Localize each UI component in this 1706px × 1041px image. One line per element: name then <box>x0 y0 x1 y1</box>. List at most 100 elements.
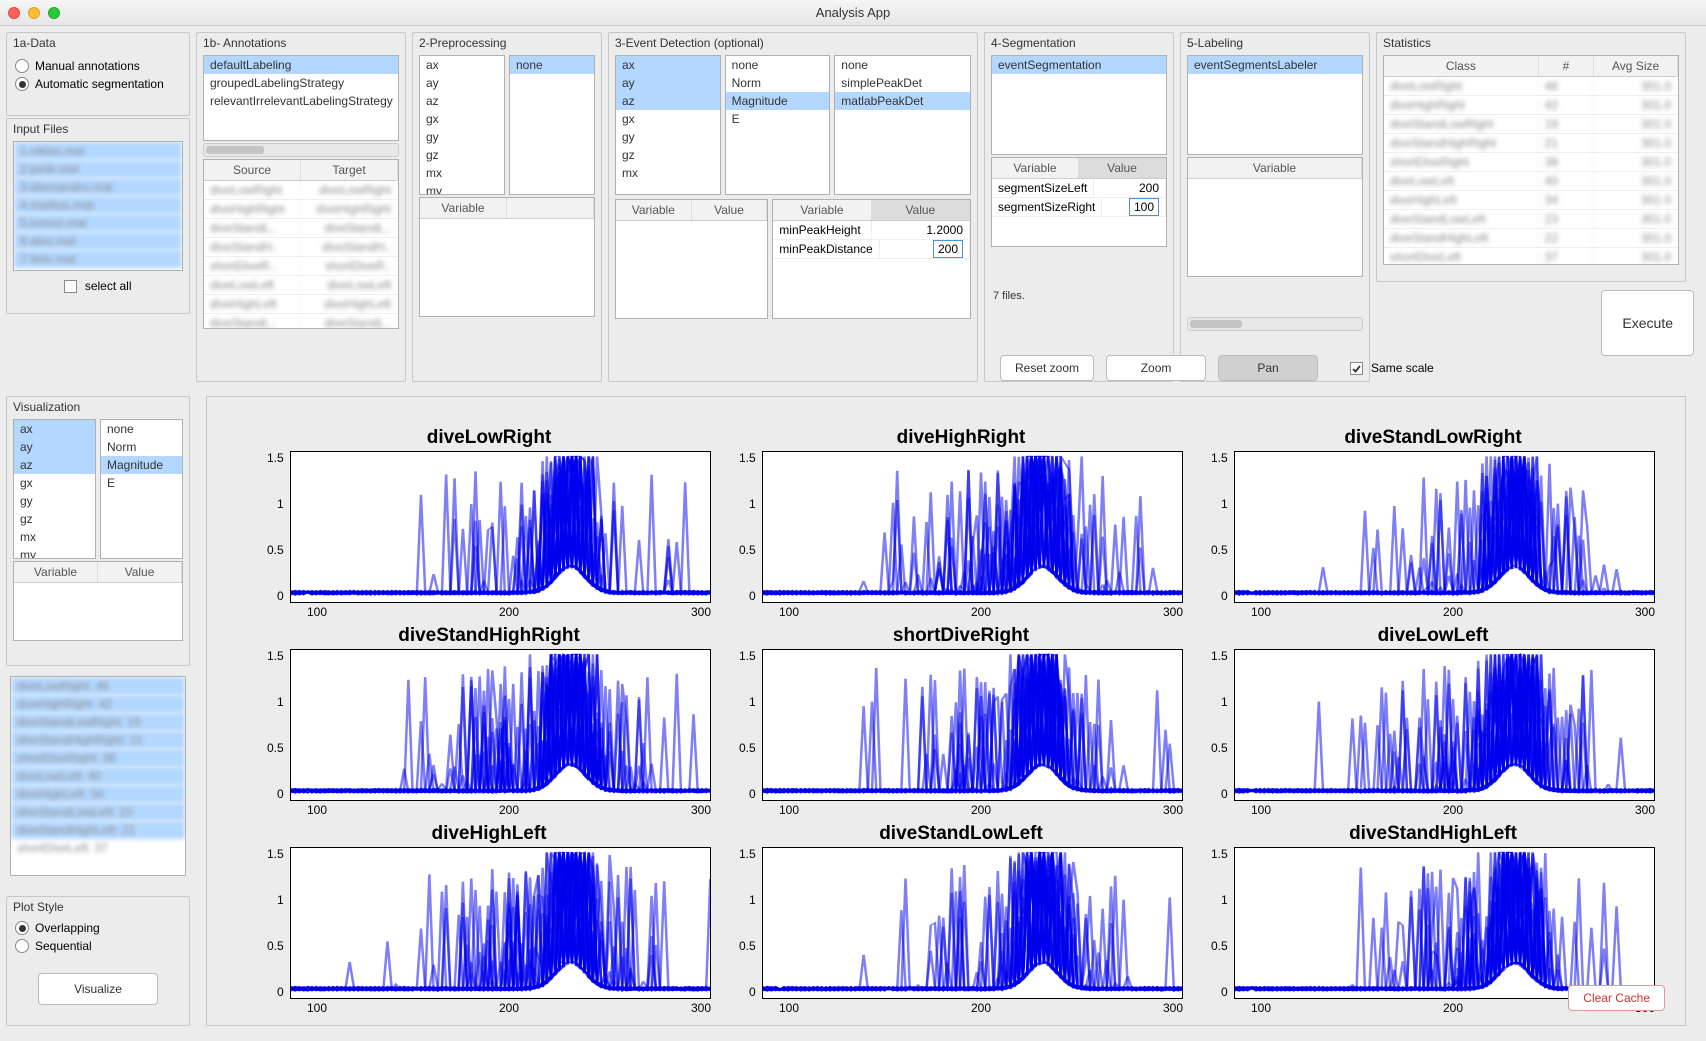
list-item[interactable]: none <box>510 56 594 74</box>
radio-manual[interactable]: Manual annotations <box>15 57 181 75</box>
reset-zoom-button[interactable]: Reset zoom <box>1000 355 1094 381</box>
vis-class-list[interactable]: diveLowRight: 46 diveHighRight: 42 diveS… <box>10 676 186 876</box>
ed-norm-list[interactable]: none Norm Magnitude E <box>725 55 831 195</box>
label-method-list[interactable]: eventSegmentsLabeler <box>1187 55 1363 155</box>
maximize-icon[interactable] <box>48 7 60 19</box>
list-item[interactable]: gx <box>14 474 95 492</box>
list-item[interactable]: ax <box>420 56 504 74</box>
list-item[interactable]: diveStandHighLeft: 22 <box>11 821 185 839</box>
list-item[interactable]: ax <box>14 420 95 438</box>
list-item[interactable]: gx <box>420 110 504 128</box>
list-item[interactable]: matlabPeakDet <box>835 92 970 110</box>
input-files-list[interactable]: 1-niklas.mat 2-jonik.mat 3-alessandro.ma… <box>13 141 183 271</box>
strategy-list[interactable]: defaultLabeling groupedLabelingStrategy … <box>203 55 399 141</box>
stats-table[interactable]: Class # Avg Size diveLowRight46301.0 div… <box>1383 55 1679 265</box>
list-item[interactable]: gz <box>420 146 504 164</box>
list-item[interactable]: 7-felix.mat <box>14 250 182 268</box>
same-scale-checkbox[interactable]: Same scale <box>1350 361 1434 375</box>
list-item[interactable]: gx <box>616 110 720 128</box>
list-item[interactable]: diveHighRight: 42 <box>11 695 185 713</box>
list-item[interactable]: gz <box>616 146 720 164</box>
label-params-table[interactable]: Variable <box>1187 157 1363 277</box>
plot-canvas[interactable] <box>290 847 711 999</box>
list-item[interactable]: gz <box>14 510 95 528</box>
plot-canvas[interactable] <box>1234 649 1655 801</box>
list-item[interactable]: shortDiveRight: 38 <box>11 749 185 767</box>
vis-norm-list[interactable]: none Norm Magnitude E <box>100 419 183 559</box>
list-item[interactable]: 6-alex.mat <box>14 232 182 250</box>
list-item[interactable]: mx <box>14 528 95 546</box>
list-item[interactable]: 3-alessandro.mat <box>14 178 182 196</box>
list-item[interactable]: Norm <box>101 438 182 456</box>
plot-canvas[interactable] <box>762 649 1183 801</box>
list-item[interactable]: my <box>14 546 95 559</box>
list-item[interactable]: az <box>616 92 720 110</box>
list-item[interactable]: diveStandLowRight: 19 <box>11 713 185 731</box>
vis-signal-list[interactable]: ax ay az gx gy gz mx my mz <box>13 419 96 559</box>
list-item[interactable]: mx <box>420 164 504 182</box>
list-item[interactable]: diveStandLowLeft: 23 <box>11 803 185 821</box>
list-item[interactable]: my <box>420 182 504 195</box>
list-item[interactable]: Magnitude <box>101 456 182 474</box>
preproc-params-table[interactable]: Variable <box>419 197 595 317</box>
list-item[interactable]: none <box>835 56 970 74</box>
list-item[interactable]: gy <box>14 492 95 510</box>
list-item[interactable]: 2-jonik.mat <box>14 160 182 178</box>
list-item[interactable]: diveLowRight: 46 <box>11 677 185 695</box>
ed-table1[interactable]: VariableValue <box>615 199 768 319</box>
plot-canvas[interactable] <box>762 847 1183 999</box>
list-item[interactable]: 5-lorenz.mat <box>14 214 182 232</box>
clear-cache-button[interactable]: Clear Cache <box>1568 985 1665 1011</box>
list-item[interactable]: none <box>101 420 182 438</box>
list-item[interactable]: defaultLabeling <box>204 56 398 74</box>
plot-canvas[interactable] <box>1234 847 1655 999</box>
seg-params-table[interactable]: VariableValue segmentSizeLeft200 segment… <box>991 157 1167 247</box>
plot-canvas[interactable] <box>762 451 1183 603</box>
scrollbar[interactable] <box>1187 317 1363 331</box>
checkbox-icon[interactable] <box>64 280 77 293</box>
list-item[interactable]: ay <box>616 74 720 92</box>
list-item[interactable]: none <box>726 56 830 74</box>
list-item[interactable]: gy <box>420 128 504 146</box>
list-item[interactable]: E <box>101 474 182 492</box>
plot-canvas[interactable] <box>290 451 711 603</box>
list-item[interactable]: 4-markus.mat <box>14 196 182 214</box>
list-item[interactable]: 1-niklas.mat <box>14 142 182 160</box>
annotation-map-table[interactable]: Source Target diveLowRightdiveLowRight d… <box>203 159 399 329</box>
scrollbar[interactable] <box>203 143 399 157</box>
list-item[interactable]: az <box>14 456 95 474</box>
param-value[interactable]: 100 <box>1102 198 1166 216</box>
list-item[interactable]: Norm <box>726 74 830 92</box>
radio-sequential[interactable]: Sequential <box>15 937 181 955</box>
list-item[interactable]: E <box>726 110 830 128</box>
radio-auto[interactable]: Automatic segmentation <box>15 75 181 93</box>
param-value[interactable]: 200 <box>880 240 970 258</box>
vis-params-table[interactable]: VariableValue <box>13 561 183 641</box>
plot-canvas[interactable] <box>290 649 711 801</box>
execute-button[interactable]: Execute <box>1601 290 1694 356</box>
minimize-icon[interactable] <box>28 7 40 19</box>
list-item[interactable]: diveHighLeft: 34 <box>11 785 185 803</box>
param-value[interactable]: 1.2000 <box>872 221 970 239</box>
list-item[interactable]: az <box>420 92 504 110</box>
list-item[interactable]: ay <box>420 74 504 92</box>
list-item[interactable]: groupedLabelingStrategy <box>204 74 398 92</box>
close-icon[interactable] <box>8 7 20 19</box>
list-item[interactable]: ay <box>14 438 95 456</box>
list-item[interactable]: diveStandHighRight: 21 <box>11 731 185 749</box>
list-item[interactable]: mx <box>616 164 720 182</box>
list-item[interactable]: diveLowLeft: 40 <box>11 767 185 785</box>
plot-canvas[interactable] <box>1234 451 1655 603</box>
list-item[interactable]: eventSegmentsLabeler <box>1188 56 1362 74</box>
list-item[interactable]: shortDiveLeft: 37 <box>11 839 185 857</box>
list-item[interactable]: simplePeakDet <box>835 74 970 92</box>
visualize-button[interactable]: Visualize <box>38 973 158 1005</box>
ed-detector-list[interactable]: none simplePeakDet matlabPeakDet <box>834 55 971 195</box>
ed-table2[interactable]: VariableValue minPeakHeight1.2000 minPea… <box>772 199 971 319</box>
param-value[interactable]: 200 <box>1094 179 1166 197</box>
list-item[interactable]: gy <box>616 128 720 146</box>
list-item[interactable]: eventSegmentation <box>992 56 1166 74</box>
select-all-row[interactable]: select all <box>7 273 189 299</box>
filter-list[interactable]: none <box>509 55 595 195</box>
pan-button[interactable]: Pan <box>1218 355 1318 381</box>
